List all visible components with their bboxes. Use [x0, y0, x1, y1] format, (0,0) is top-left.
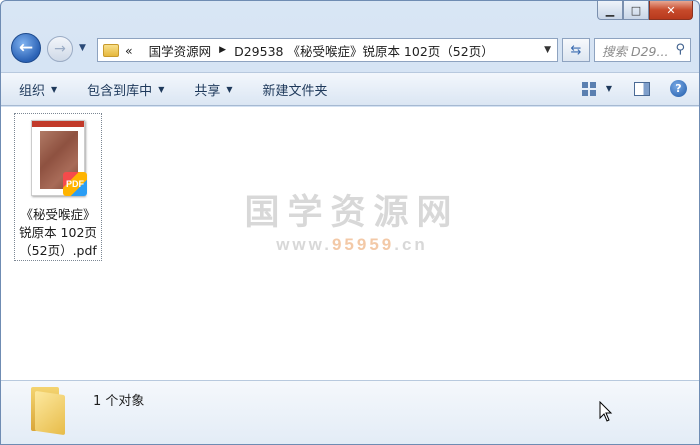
breadcrumb-overflow[interactable]: « — [125, 43, 133, 58]
new-folder-label: 新建文件夹 — [262, 83, 328, 99]
file-name-line: （52页）.pdf — [19, 243, 97, 258]
new-folder-button[interactable]: 新建文件夹 — [263, 80, 328, 99]
explorer-window: ▁ □ ✕ ← → ▼ « 国学资源网 ▶ D29538 《秘受喉症》锐原本 1… — [0, 0, 700, 445]
file-list[interactable]: PDF 《秘受喉症》 锐原本 102页 （52页）.pdf 国学资源网 www.… — [1, 107, 699, 380]
close-button[interactable]: ✕ — [649, 1, 693, 20]
mouse-cursor-icon — [599, 401, 613, 422]
folder-icon — [103, 43, 119, 57]
search-placeholder: 搜索 D29... — [602, 43, 669, 59]
share-menu[interactable]: 共享 ▼ — [194, 80, 232, 99]
watermark-title: 国学资源网 — [244, 193, 460, 233]
file-name: 《秘受喉症》 锐原本 102页 （52页）.pdf — [15, 206, 101, 260]
breadcrumb-item-current[interactable]: D29538 《秘受喉症》锐原本 102页（52页） — [234, 41, 494, 60]
breadcrumb-chevron-icon[interactable]: ▶ — [219, 45, 226, 55]
address-dropdown-icon[interactable]: ▼ — [544, 45, 551, 55]
organize-menu[interactable]: 组织 ▼ — [19, 80, 57, 99]
organize-label: 组织 — [19, 83, 46, 99]
refresh-icon: ⇆ — [570, 42, 582, 58]
address-bar[interactable]: « 国学资源网 ▶ D29538 《秘受喉症》锐原本 102页（52页） ▼ — [97, 38, 558, 62]
forward-arrow-icon: → — [54, 41, 66, 57]
help-icon[interactable]: ? — [670, 80, 687, 97]
back-button[interactable]: ← — [11, 33, 41, 63]
command-bar: 组织 ▼ 包含到库中 ▼ 共享 ▼ 新建文件夹 ▼ ? — [1, 72, 699, 106]
chevron-down-icon: ▼ — [226, 84, 233, 94]
caption-buttons: ▁ □ ✕ — [597, 1, 693, 20]
file-name-line: 锐原本 102页 — [19, 225, 97, 240]
view-options-dropdown[interactable]: ▼ — [606, 84, 612, 93]
share-label: 共享 — [194, 83, 221, 99]
back-arrow-icon: ← — [18, 38, 34, 58]
minimize-button[interactable]: ▁ — [597, 1, 623, 20]
watermark: 国学资源网 www.95959.cn — [242, 193, 462, 255]
refresh-button[interactable]: ⇆ — [562, 38, 590, 62]
search-input[interactable]: 搜索 D29... ⚲ — [594, 38, 691, 62]
file-item[interactable]: PDF 《秘受喉症》 锐原本 102页 （52页）.pdf — [14, 113, 102, 261]
file-name-line: 《秘受喉症》 — [20, 207, 96, 222]
change-view-icon[interactable] — [581, 81, 596, 96]
watermark-url: www.95959.cn — [276, 235, 428, 254]
address-row: ← → ▼ « 国学资源网 ▶ D29538 《秘受喉症》锐原本 102页（52… — [9, 31, 691, 65]
include-in-library-menu[interactable]: 包含到库中 ▼ — [87, 80, 164, 99]
forward-button[interactable]: → — [47, 36, 73, 62]
pdf-icon: PDF — [63, 172, 87, 196]
maximize-button[interactable]: □ — [623, 1, 649, 20]
folder-icon — [31, 387, 65, 436]
details-pane: 1 个对象 — [1, 380, 699, 444]
breadcrumb-item-root[interactable]: 国学资源网 — [149, 41, 212, 60]
search-icon[interactable]: ⚲ — [675, 42, 685, 57]
recent-pages-dropdown[interactable]: ▼ — [79, 43, 86, 53]
item-count: 1 个对象 — [93, 394, 145, 409]
toolbar-right: ▼ ? — [581, 80, 687, 97]
chevron-down-icon: ▼ — [51, 84, 58, 94]
chevron-down-icon: ▼ — [158, 84, 165, 94]
include-in-library-label: 包含到库中 — [87, 83, 153, 99]
preview-pane-icon[interactable] — [634, 81, 650, 96]
